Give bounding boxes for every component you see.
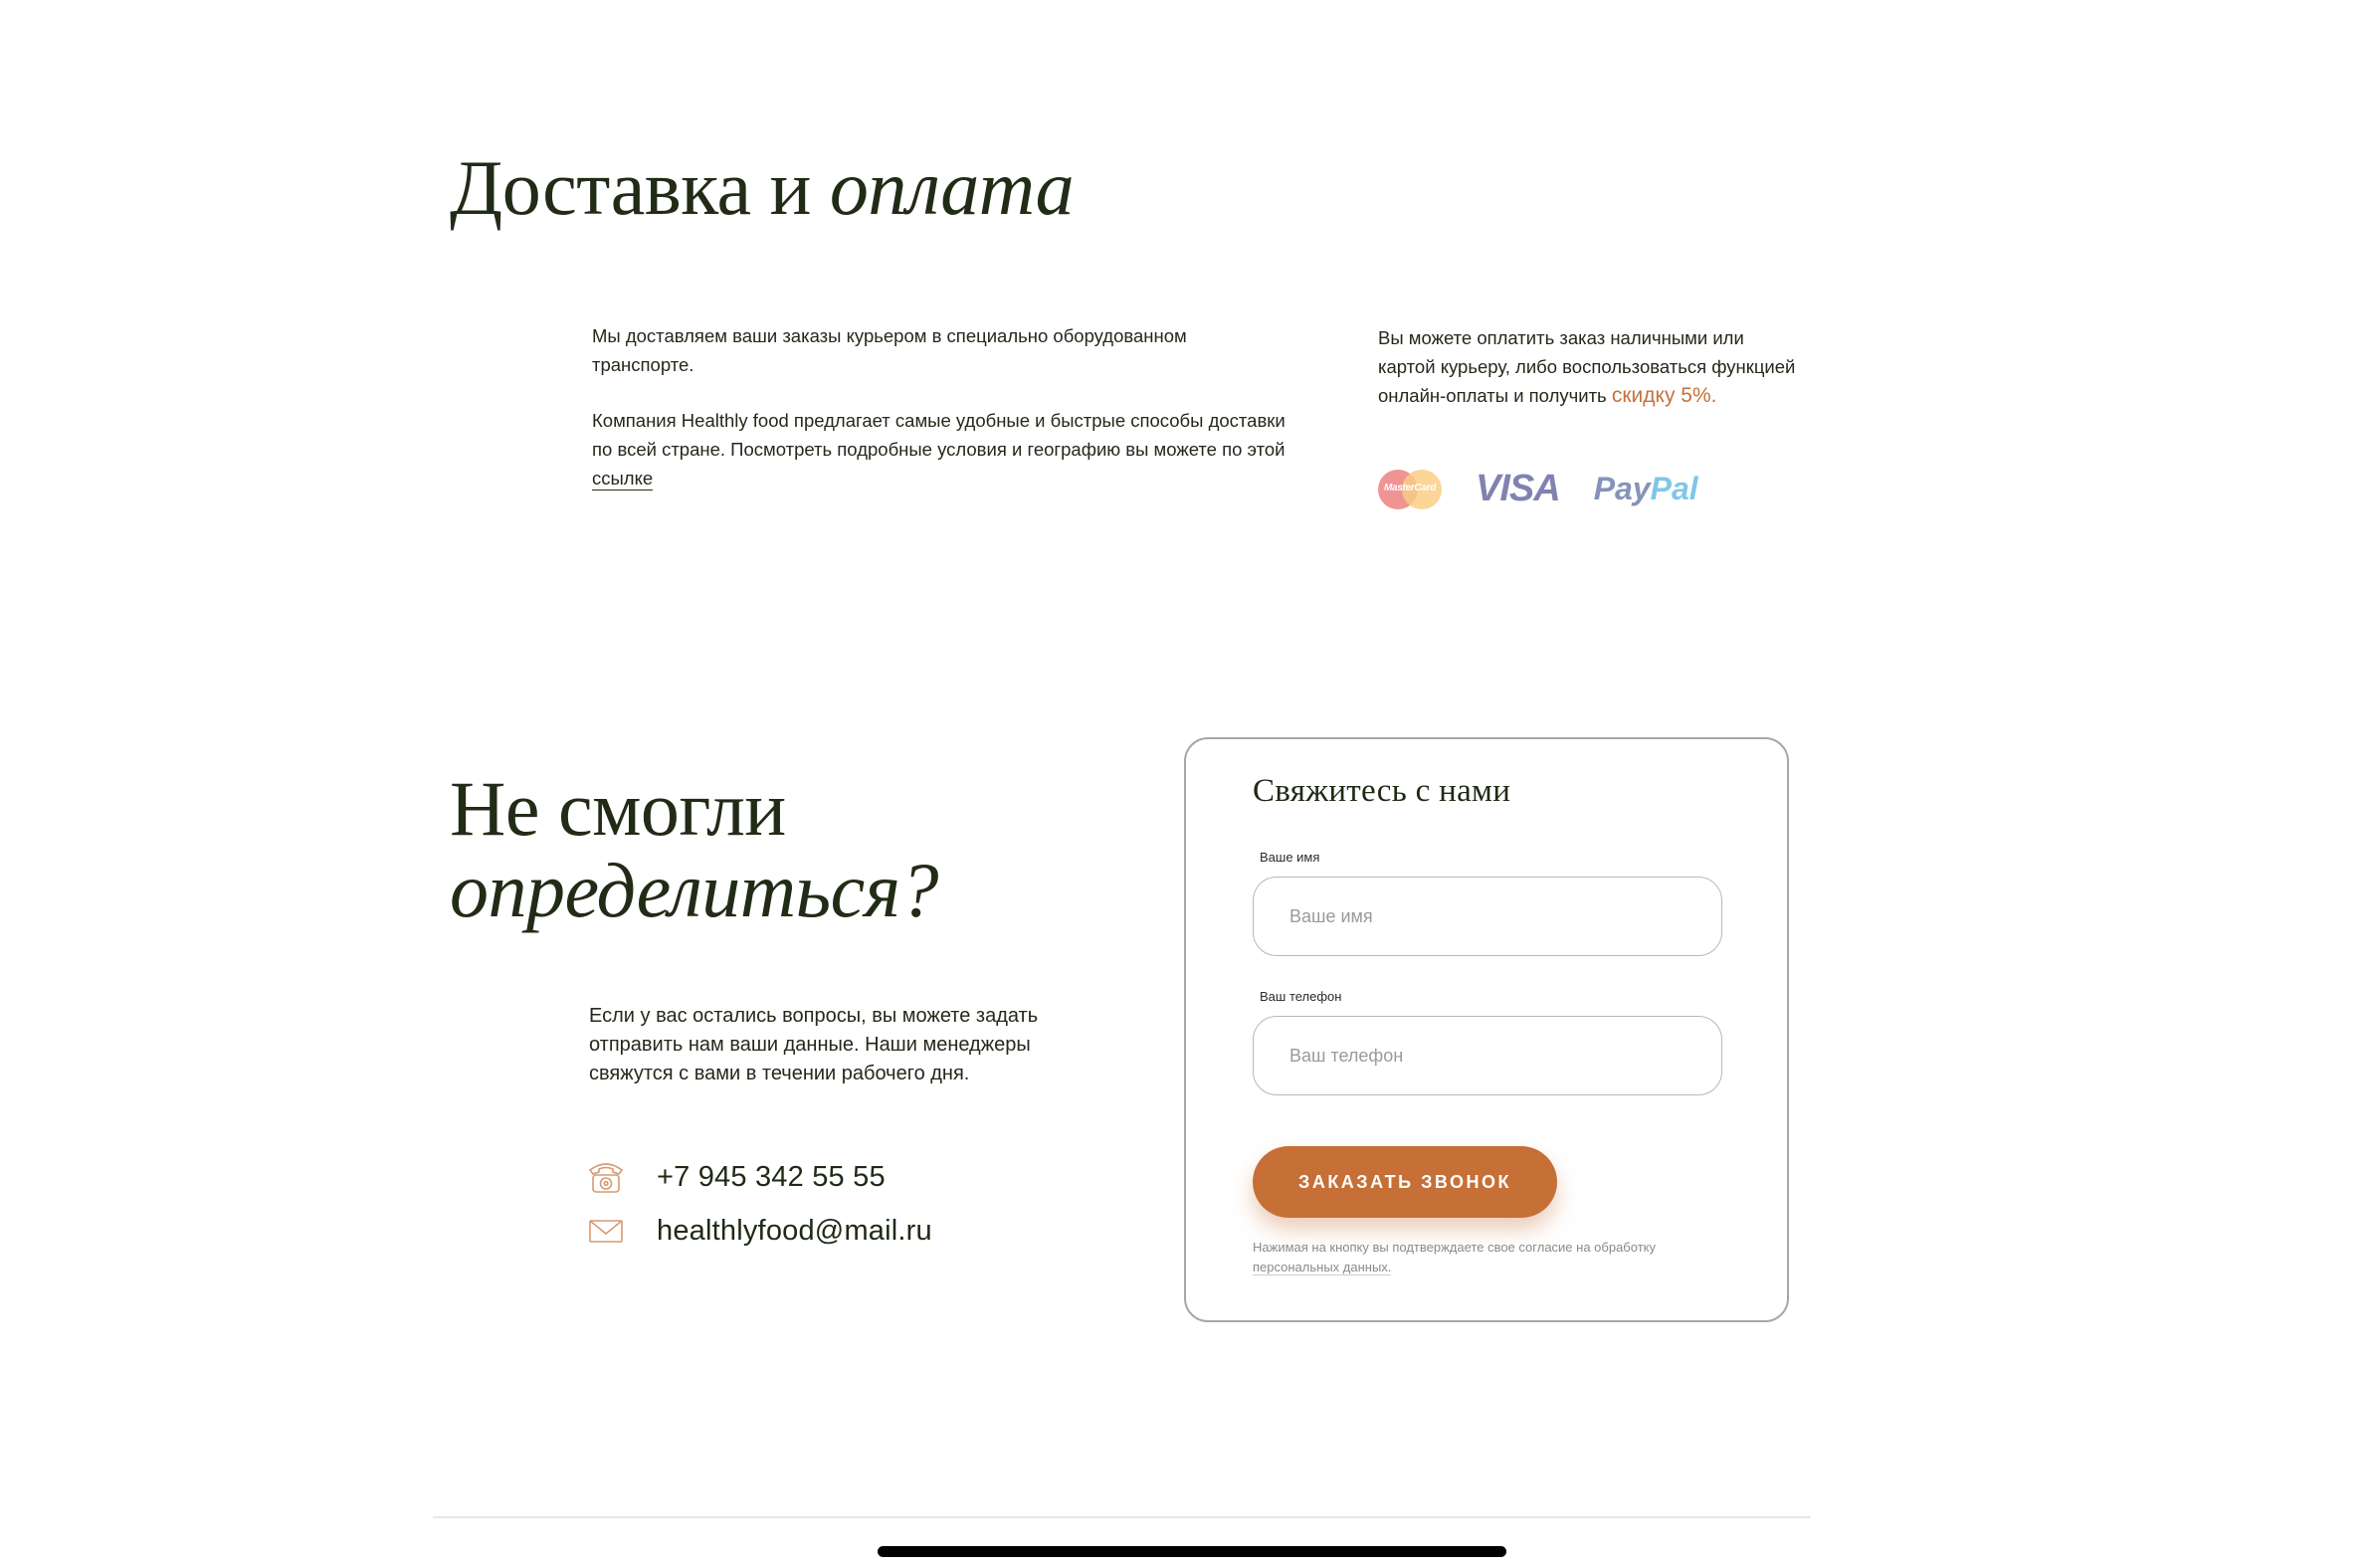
delivery-heading: Доставка и оплата [450,149,1075,227]
visa-logo: VISA [1476,468,1561,509]
consent-note: Нажимая на кнопку вы подтверждаете свое … [1253,1238,1690,1277]
delivery-heading-plain: Доставка и [450,144,811,231]
email-address[interactable]: healthlyfood@mail.ru [657,1215,932,1248]
email-row[interactable]: healthlyfood@mail.ru [587,1213,932,1249]
paypal-logo-pal: Pal [1650,471,1698,506]
footer-divider [433,1516,1811,1518]
form-title: Свяжитесь с нами [1253,773,1511,809]
contact-heading-plain: Не смогли [450,765,786,852]
order-call-button[interactable]: ЗАКАЗАТЬ ЗВОНОК [1253,1146,1557,1218]
name-input[interactable] [1287,904,1721,928]
delivery-text: Мы доставляем ваши заказы курьером в спе… [592,321,1288,519]
paypal-logo: PayPal [1594,471,1698,507]
contact-heading: Не смогли определиться? [450,768,938,931]
home-indicator[interactable] [878,1546,1506,1557]
delivery-conditions-link[interactable]: ссылке [592,468,654,490]
delivery-paragraph-1: Мы доставляем ваши заказы курьером в спе… [592,325,1187,375]
delivery-heading-italic: оплата [829,144,1075,231]
phone-row[interactable]: +7 945 342 55 55 [587,1159,886,1195]
phone-input[interactable] [1287,1044,1721,1068]
name-field[interactable] [1253,877,1722,956]
consent-text: Нажимая на кнопку вы подтверждаете свое … [1253,1240,1656,1255]
phone-field-label: Ваш телефон [1260,989,1342,1004]
phone-field[interactable] [1253,1016,1722,1095]
delivery-paragraph-2: Компания Healthly food предлагает самые … [592,406,1288,492]
discount-highlight: скидку 5%. [1611,384,1717,407]
payment-logos: MasterCard VISA PayPal [1378,468,1698,510]
name-field-label: Ваше имя [1260,850,1320,865]
payment-text: Вы можете оплатить заказ наличными или к… [1378,323,1806,410]
contact-heading-italic: определиться? [450,847,938,933]
phone-icon [588,1163,624,1193]
delivery-paragraph-2-text: Компания Healthly food предлагает самые … [592,410,1286,460]
mail-icon [589,1220,623,1243]
phone-number[interactable]: +7 945 342 55 55 [657,1161,886,1194]
paypal-logo-pay: Pay [1593,471,1651,506]
mastercard-logo: MasterCard [1378,469,1442,509]
mastercard-logo-text: MasterCard [1383,482,1437,493]
payment-description: Вы можете оплатить заказ наличными или к… [1378,327,1796,406]
consent-link[interactable]: персональных данных. [1253,1260,1392,1275]
contact-description: Если у вас остались вопросы, вы можете з… [589,1005,1039,1084]
